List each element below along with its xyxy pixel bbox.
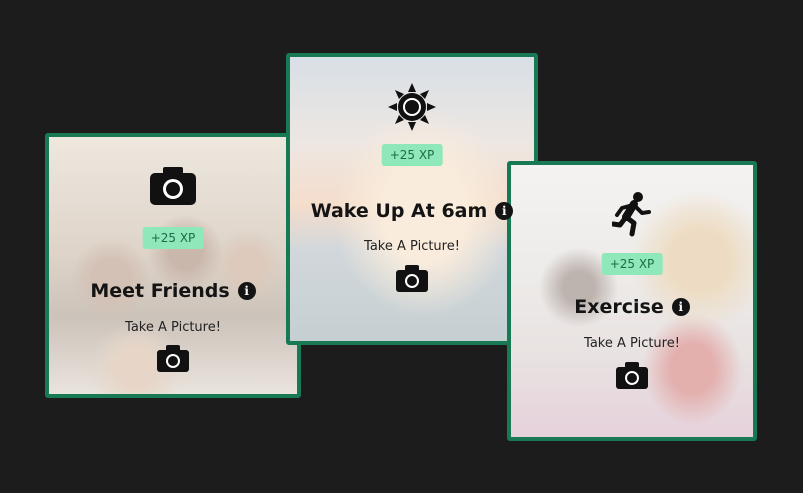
- xp-badge: +25 XP: [142, 227, 204, 249]
- card-subtitle: Take A Picture!: [125, 320, 221, 335]
- info-icon[interactable]: i: [671, 298, 690, 316]
- card-title-row: Wake Up At 6am i: [290, 200, 534, 222]
- card-title: Exercise: [574, 296, 664, 318]
- xp-badge: +25 XP: [601, 253, 663, 275]
- card-title: Meet Friends: [90, 280, 230, 302]
- quest-card-exercise[interactable]: +25 XP Exercise i Take A Picture!: [507, 161, 757, 441]
- card-subtitle: Take A Picture!: [364, 239, 460, 254]
- camera-icon: [150, 165, 196, 209]
- info-icon[interactable]: i: [237, 282, 256, 300]
- xp-badge: +25 XP: [381, 144, 443, 166]
- card-subtitle: Take A Picture!: [584, 336, 680, 351]
- quest-card-meet-friends[interactable]: +25 XP Meet Friends i Take A Picture!: [45, 133, 301, 398]
- card-title-row: Exercise i: [511, 296, 753, 318]
- sun-icon: [388, 83, 436, 135]
- running-person-icon: [610, 191, 652, 241]
- card-title: Wake Up At 6am: [310, 200, 488, 222]
- take-picture-button[interactable]: [396, 264, 428, 296]
- take-picture-button[interactable]: [157, 344, 189, 376]
- card-title-row: Meet Friends i: [49, 280, 297, 302]
- quest-card-wake-up[interactable]: +25 XP Wake Up At 6am i Take A Picture!: [286, 53, 538, 345]
- take-picture-button[interactable]: [616, 361, 648, 393]
